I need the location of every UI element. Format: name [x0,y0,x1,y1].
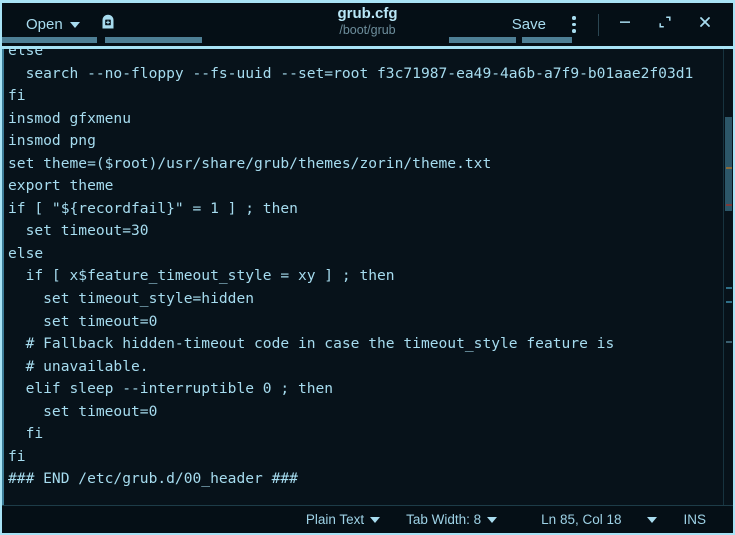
maximize-window-button[interactable] [645,9,685,41]
language-mode-label: Plain Text [306,512,364,527]
minimap-mark [726,167,732,169]
chevron-down-icon [487,517,497,523]
chevron-down-icon [70,22,80,28]
cursor-position-indicator: Ln 85, Col 18 [528,507,634,533]
header-underline-segment [2,37,97,43]
insert-mode-label: INS [683,512,706,527]
minimap-mark [726,204,732,206]
header-left-group: Open [2,9,126,41]
go-to-line-dropdown[interactable] [634,507,670,533]
save-button-label: Save [512,16,546,33]
file-path-subtitle: /boot/grub [339,22,395,38]
chevron-down-icon [647,517,657,523]
minimap-mark [726,301,732,303]
tab-width-selector[interactable]: Tab Width: 8 [393,507,510,533]
open-button[interactable]: Open [16,9,90,41]
scrollbar-thumb[interactable] [725,117,732,211]
minimap-mark [726,341,732,343]
tab-width-label: Tab Width: 8 [406,512,481,527]
page-title: grub.cfg [338,5,398,22]
maximize-restore-icon [657,14,673,35]
minimize-icon [617,14,633,35]
save-as-document-icon [99,14,117,36]
header-separator [598,14,599,36]
vertical-scrollbar[interactable] [723,49,733,505]
close-icon [697,14,713,35]
header-bar: Open grub.cfg /boot/grub Sav [2,3,733,49]
header-underline-segment [522,37,572,43]
text-editor-window: Open grub.cfg /boot/grub Sav [0,0,735,535]
main-menu-button[interactable] [556,9,592,41]
open-button-label: Open [26,16,63,33]
save-button[interactable]: Save [502,9,556,41]
header-right-group: Save [502,9,733,41]
close-window-button[interactable] [685,9,725,41]
left-margin-line [2,49,4,505]
cursor-position-label: Ln 85, Col 18 [541,512,621,527]
chevron-down-icon [370,517,380,523]
minimize-window-button[interactable] [605,9,645,41]
header-underline-segment [105,37,202,43]
editor-area[interactable]: else search --no-floppy --fs-uuid --set=… [2,49,733,505]
header-underline-segment [449,37,516,43]
vertical-dots-menu-icon [572,13,576,37]
source-code-text[interactable]: else search --no-floppy --fs-uuid --set=… [8,49,719,505]
status-bar: Plain Text Tab Width: 8 Ln 85, Col 18 IN… [2,505,733,533]
minimap-mark [726,287,732,289]
language-mode-selector[interactable]: Plain Text [293,507,393,533]
new-document-button[interactable] [90,9,126,41]
insert-mode-indicator: INS [670,507,719,533]
